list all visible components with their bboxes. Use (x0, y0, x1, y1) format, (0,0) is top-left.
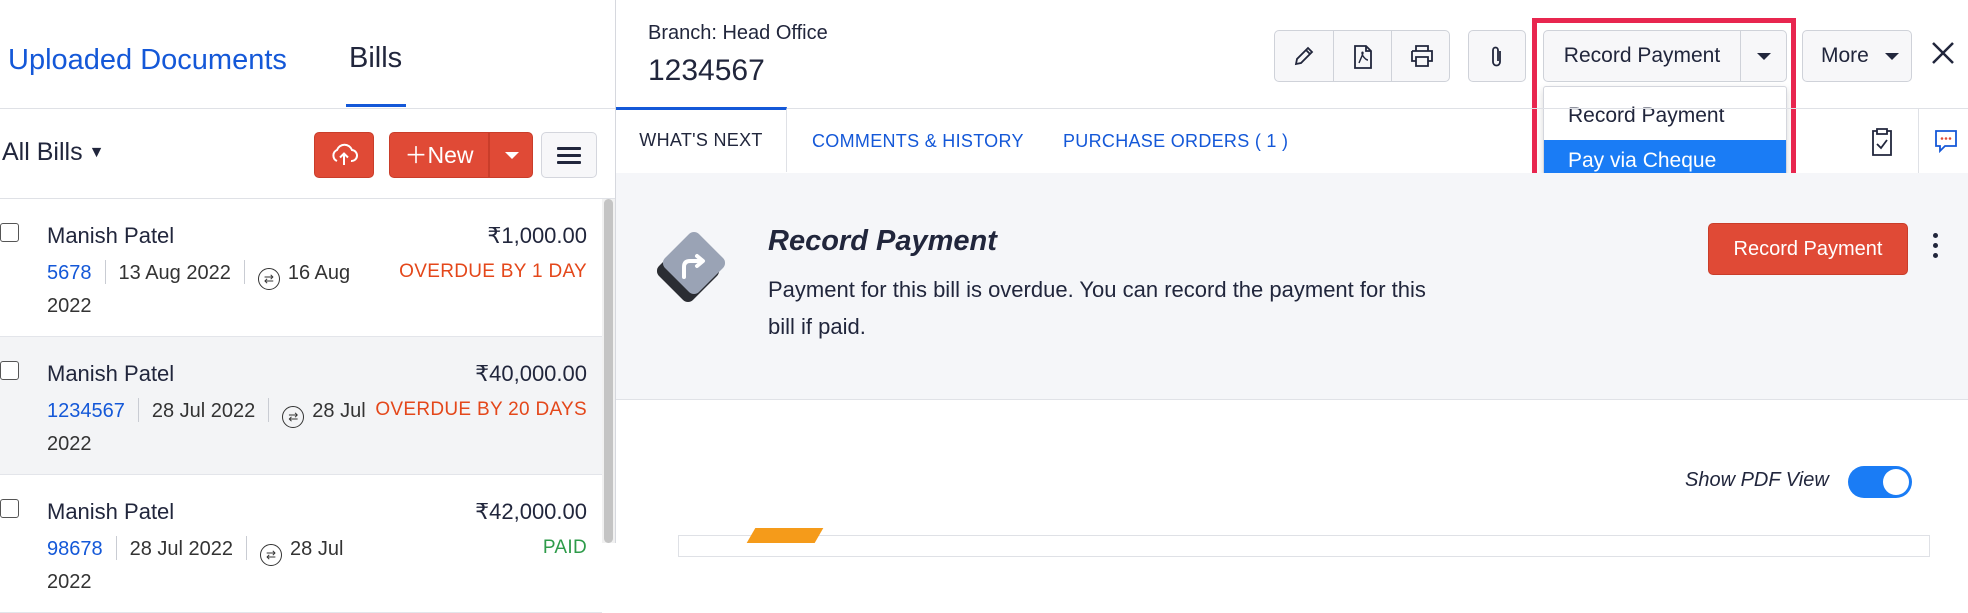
repeat-icon: ⇄ (282, 406, 305, 428)
upload-cloud-icon (332, 143, 358, 165)
record-payment-cta-button[interactable]: Record Payment (1708, 223, 1908, 275)
repeat-icon: ⇄ (260, 544, 283, 566)
bill-status: OVERDUE BY 20 DAYS (375, 399, 587, 420)
bill-meta: 5678 13 Aug 2022 ⇄ 16 Aug 2022 (47, 257, 387, 323)
bill-number-title: 1234567 (648, 54, 765, 87)
list-menu-button[interactable] (541, 132, 597, 178)
attach-button[interactable] (1468, 30, 1526, 82)
bills-list-panel: Uploaded Documents Bills All Bills ▼ ＋New… (0, 0, 615, 613)
repeat-icon: ⇄ (257, 268, 280, 290)
bill-date: 28 Jul 2022 (129, 538, 234, 560)
paperclip-icon (1492, 46, 1501, 67)
bill-amount: ₹42,000.00 (475, 499, 587, 524)
kebab-icon[interactable] (1931, 233, 1939, 263)
bill-amount: ₹40,000.00 (475, 361, 587, 386)
list-toolbar: All Bills ▼ ＋New (0, 108, 615, 199)
bill-number-link[interactable]: 98678 (47, 538, 103, 560)
pdf-view-label: Show PDF View (1685, 469, 1829, 491)
bill-filter-label: All Bills (2, 138, 83, 166)
list-scrollbar-thumb[interactable] (604, 199, 613, 543)
caret-down-icon: ▼ (88, 144, 105, 161)
comments-panel-button[interactable] (1918, 109, 1968, 173)
pdf-view-toggle[interactable] (1848, 466, 1912, 498)
bill-number-link[interactable]: 1234567 (47, 400, 125, 422)
bill-meta: 1234567 28 Jul 2022 ⇄ 28 Jul 2022 (47, 395, 387, 461)
clipboard-check-icon[interactable] (1870, 127, 1894, 157)
chat-icon (1935, 130, 1957, 154)
print-button[interactable] (1391, 31, 1450, 81)
bill-amount: ₹1,000.00 (487, 223, 587, 248)
tab-bills[interactable]: Bills (349, 42, 402, 75)
more-button[interactable]: More (1802, 30, 1912, 82)
bill-checkbox[interactable] (0, 223, 19, 242)
upload-button[interactable] (314, 132, 374, 178)
bill-date: 13 Aug 2022 (118, 262, 231, 284)
pdf-preview-sheet (678, 535, 1930, 557)
bill-checkbox[interactable] (0, 361, 19, 380)
list-tabs: Uploaded Documents Bills (0, 2, 615, 109)
bill-checkbox[interactable] (0, 499, 19, 518)
bill-status: OVERDUE BY 1 DAY (399, 261, 587, 282)
vendor-name: Manish Patel (47, 361, 175, 386)
redirect-arrow-icon (656, 231, 726, 303)
bill-list-item[interactable]: Manish Patel ₹40,000.00 1234567 28 Jul 20… (0, 337, 602, 475)
bill-list-item[interactable]: Manish Patel ₹1,000.00 5678 13 Aug 2022 ⇄ 1… (0, 199, 602, 337)
new-button-label: New (427, 142, 474, 168)
more-label: More (1821, 44, 1869, 67)
active-tab-indicator (346, 104, 406, 107)
tab-purchase-orders[interactable]: PURCHASE ORDERS ( 1 ) (1063, 109, 1288, 173)
edit-button[interactable] (1275, 31, 1333, 81)
plus-icon: ＋ (404, 142, 428, 168)
pencil-icon (1294, 46, 1314, 66)
vendor-name: Manish Patel (47, 499, 175, 524)
whats-next-section: Record Payment Payment for this bill is … (616, 173, 1968, 400)
branch-label: Branch: Head Office (648, 22, 828, 44)
bill-status: PAID (542, 537, 587, 558)
tab-comments-history[interactable]: COMMENTS & HISTORY (812, 109, 1024, 173)
vendor-name: Manish Patel (47, 223, 175, 248)
pdf-icon (1354, 45, 1372, 69)
tab-whats-next[interactable]: WHAT'S NEXT (616, 107, 787, 172)
status-ribbon (746, 528, 824, 543)
printer-icon (1411, 45, 1433, 67)
menu-icon (557, 147, 581, 150)
action-icon-group (1274, 30, 1450, 82)
whats-next-description: Payment for this bill is overdue. You ca… (768, 277, 1426, 339)
tab-uploaded-documents[interactable]: Uploaded Documents (8, 44, 287, 77)
bill-filter-dropdown[interactable]: All Bills ▼ (2, 138, 104, 167)
detail-tabs: WHAT'S NEXT COMMENTS & HISTORY PURCHASE … (616, 107, 1968, 174)
pdf-button[interactable] (1333, 31, 1392, 81)
whats-next-title: Record Payment (768, 225, 997, 257)
bill-detail-panel: Branch: Head Office 1234567 Record Payme… (616, 0, 1968, 557)
bill-number-link[interactable]: 5678 (47, 262, 92, 284)
close-icon[interactable] (1926, 36, 1960, 70)
new-bill-button[interactable]: ＋New (389, 132, 489, 178)
bill-list-item[interactable]: Manish Patel ₹42,000.00 98678 28 Jul 2022… (0, 475, 602, 613)
bill-date: 28 Jul 2022 (151, 400, 256, 422)
new-bill-options-button[interactable] (489, 132, 533, 178)
